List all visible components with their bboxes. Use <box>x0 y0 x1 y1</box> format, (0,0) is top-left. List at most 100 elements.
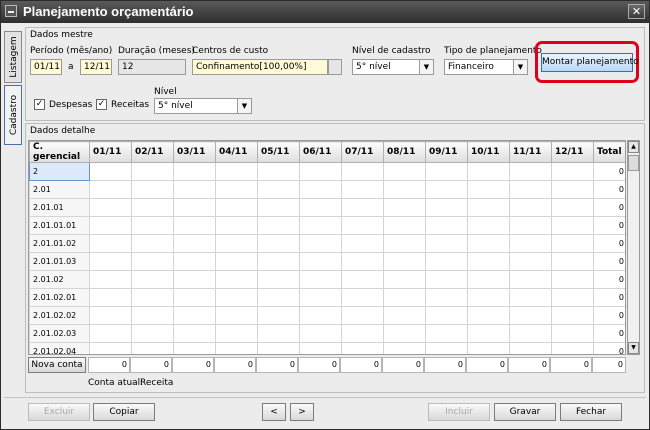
month-value-cell[interactable] <box>509 342 552 354</box>
month-value-cell[interactable] <box>341 306 384 325</box>
account-code-cell[interactable]: 2.01.02 <box>29 270 90 289</box>
month-value-cell[interactable] <box>299 234 342 253</box>
close-button[interactable]: ✕ <box>628 4 645 19</box>
month-value-cell[interactable] <box>551 342 594 354</box>
despesas-checkbox[interactable]: ✓ <box>34 99 45 110</box>
month-value-cell[interactable] <box>257 252 300 271</box>
month-value-cell[interactable] <box>425 216 468 235</box>
account-code-cell[interactable]: 2.01.01.03 <box>29 252 90 271</box>
month-value-cell[interactable] <box>131 324 174 343</box>
month-value-cell[interactable] <box>257 342 300 354</box>
month-value-cell[interactable] <box>131 306 174 325</box>
table-row[interactable]: 2.01.02 0 <box>29 270 625 289</box>
month-value-cell[interactable] <box>215 198 258 217</box>
month-value-cell[interactable] <box>131 234 174 253</box>
month-value-cell[interactable] <box>341 288 384 307</box>
month-value-cell[interactable] <box>467 270 510 289</box>
column-header-month[interactable]: 09/11 <box>425 141 468 163</box>
month-value-cell[interactable] <box>89 324 132 343</box>
month-value-cell[interactable] <box>173 306 216 325</box>
month-value-cell[interactable] <box>257 162 300 181</box>
account-code-cell[interactable]: 2.01.01.02 <box>29 234 90 253</box>
month-value-cell[interactable] <box>341 216 384 235</box>
month-value-cell[interactable] <box>89 306 132 325</box>
month-value-cell[interactable] <box>257 180 300 199</box>
month-value-cell[interactable] <box>509 198 552 217</box>
table-row[interactable]: 20 <box>29 162 625 181</box>
scroll-down-icon[interactable]: ▼ <box>628 342 639 354</box>
month-value-cell[interactable] <box>425 180 468 199</box>
month-value-cell[interactable] <box>131 288 174 307</box>
month-value-cell[interactable] <box>509 324 552 343</box>
column-header-month[interactable]: 08/11 <box>383 141 426 163</box>
month-value-cell[interactable] <box>425 270 468 289</box>
column-header-month[interactable]: 06/11 <box>299 141 342 163</box>
month-value-cell[interactable] <box>467 252 510 271</box>
month-value-cell[interactable] <box>131 180 174 199</box>
month-value-cell[interactable] <box>551 252 594 271</box>
budget-grid[interactable]: C. gerencial 01/11 02/11 03/11 04/11 05/11 06/… <box>28 140 626 355</box>
month-value-cell[interactable] <box>551 234 594 253</box>
account-code-cell[interactable]: 2.01.02.02 <box>29 306 90 325</box>
month-value-cell[interactable] <box>215 180 258 199</box>
month-value-cell[interactable] <box>509 270 552 289</box>
centros-lookup-button[interactable] <box>328 59 342 75</box>
month-value-cell[interactable] <box>89 288 132 307</box>
nivel-select[interactable]: 5° nível ▼ <box>154 98 252 114</box>
month-value-cell[interactable] <box>89 198 132 217</box>
month-value-cell[interactable] <box>467 162 510 181</box>
month-value-cell[interactable] <box>299 180 342 199</box>
chevron-down-icon[interactable]: ▼ <box>237 99 251 113</box>
month-value-cell[interactable] <box>257 234 300 253</box>
month-value-cell[interactable] <box>341 162 384 181</box>
title-bar[interactable]: Planejamento orçamentário ✕ <box>1 1 649 23</box>
column-header-month[interactable]: 01/11 <box>89 141 132 163</box>
month-value-cell[interactable] <box>383 252 426 271</box>
chevron-down-icon[interactable]: ▼ <box>513 60 527 74</box>
account-code-cell[interactable]: 2.01 <box>29 180 90 199</box>
month-value-cell[interactable] <box>551 162 594 181</box>
month-value-cell[interactable] <box>509 234 552 253</box>
month-value-cell[interactable] <box>131 162 174 181</box>
month-value-cell[interactable] <box>173 252 216 271</box>
previous-record-button[interactable]: < <box>262 403 286 421</box>
month-value-cell[interactable] <box>299 270 342 289</box>
month-value-cell[interactable] <box>299 324 342 343</box>
month-value-cell[interactable] <box>551 198 594 217</box>
month-value-cell[interactable] <box>299 216 342 235</box>
month-value-cell[interactable] <box>173 198 216 217</box>
month-value-cell[interactable] <box>383 306 426 325</box>
month-value-cell[interactable] <box>341 180 384 199</box>
table-row[interactable]: 2.01.01.02 0 <box>29 234 625 253</box>
month-value-cell[interactable] <box>467 306 510 325</box>
month-value-cell[interactable] <box>173 234 216 253</box>
month-value-cell[interactable] <box>467 324 510 343</box>
month-value-cell[interactable] <box>467 216 510 235</box>
month-value-cell[interactable] <box>215 288 258 307</box>
month-value-cell[interactable] <box>89 342 132 354</box>
table-row[interactable]: 2.01.02.04 0 <box>29 342 625 354</box>
account-code-cell[interactable]: 2.01.01 <box>29 198 90 217</box>
excluir-button[interactable]: Excluir <box>28 403 90 421</box>
month-value-cell[interactable] <box>425 234 468 253</box>
month-value-cell[interactable] <box>257 288 300 307</box>
month-value-cell[interactable] <box>509 216 552 235</box>
next-record-button[interactable]: > <box>290 403 314 421</box>
nivel-cadastro-select[interactable]: 5° nível ▼ <box>352 59 434 75</box>
table-row[interactable]: 2.01 0 <box>29 180 625 199</box>
month-value-cell[interactable] <box>341 198 384 217</box>
column-header-code[interactable]: C. gerencial <box>29 141 90 163</box>
month-value-cell[interactable] <box>383 162 426 181</box>
month-value-cell[interactable] <box>341 270 384 289</box>
month-value-cell[interactable] <box>257 216 300 235</box>
month-value-cell[interactable] <box>509 162 552 181</box>
month-value-cell[interactable] <box>509 306 552 325</box>
month-value-cell[interactable] <box>131 270 174 289</box>
table-row[interactable]: 2.01.02.03 0 <box>29 324 625 343</box>
month-value-cell[interactable] <box>215 162 258 181</box>
month-value-cell[interactable] <box>551 216 594 235</box>
receitas-checkbox[interactable]: ✓ <box>96 99 107 110</box>
month-value-cell[interactable] <box>173 162 216 181</box>
month-value-cell[interactable] <box>215 342 258 354</box>
month-value-cell[interactable] <box>173 342 216 354</box>
